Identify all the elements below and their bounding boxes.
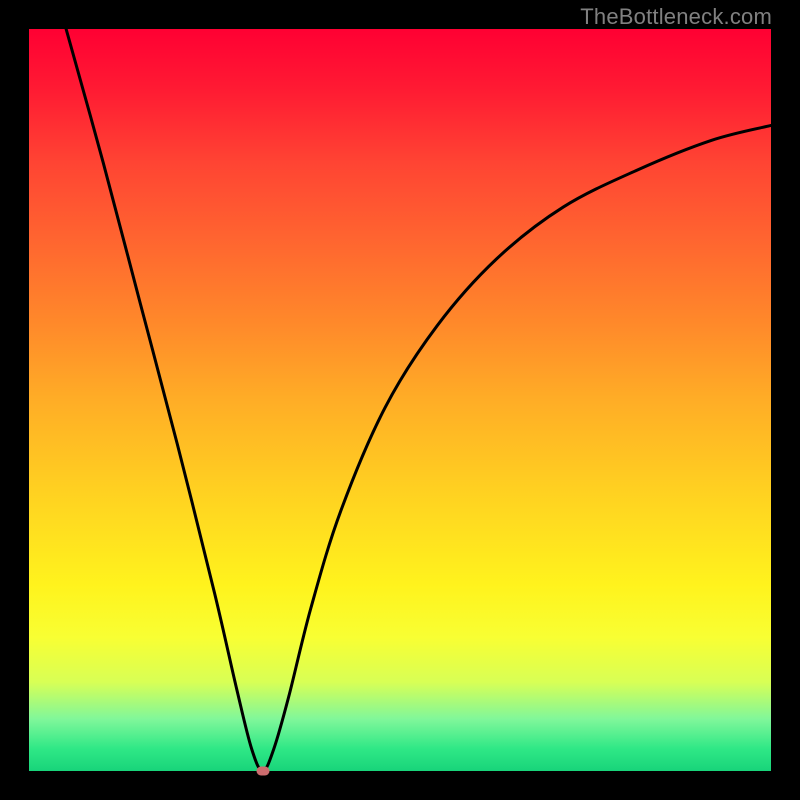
chart-container: TheBottleneck.com bbox=[0, 0, 800, 800]
bottleneck-curve bbox=[66, 29, 771, 771]
minimum-marker bbox=[256, 767, 269, 776]
watermark-text: TheBottleneck.com bbox=[580, 4, 772, 30]
plot-area bbox=[29, 29, 771, 771]
curve-svg bbox=[29, 29, 771, 771]
